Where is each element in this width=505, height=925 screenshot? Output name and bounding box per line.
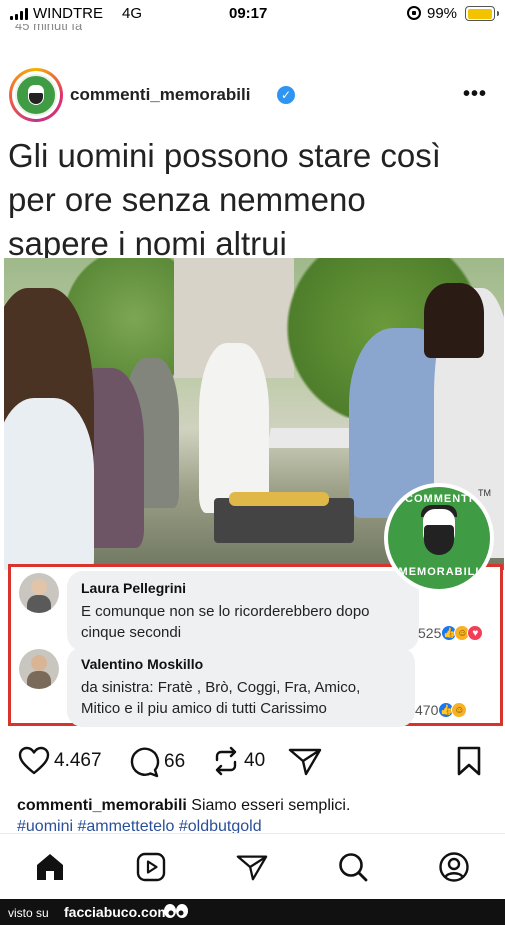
caption-username[interactable]: commenti_memorabili bbox=[17, 797, 187, 814]
headline-line: Gli uomini possono stare così bbox=[8, 137, 441, 174]
comment-text-line: da sinistra: Fratè , Brò, Coggi, Fra, Am… bbox=[81, 679, 361, 696]
haha-reaction-icon: ☺ bbox=[451, 702, 468, 718]
nav-home[interactable] bbox=[33, 850, 67, 884]
post-caption: commenti_memorabili Siamo esseri semplic… bbox=[17, 795, 497, 834]
send-icon[interactable] bbox=[288, 746, 322, 776]
post-time-cut: 45 minuti fa bbox=[15, 24, 83, 32]
nav-reels[interactable] bbox=[134, 850, 168, 884]
comment-text-line: cinque secondi bbox=[81, 624, 182, 641]
post-headline: Gli uomini possono stare così per ore se… bbox=[8, 134, 503, 266]
search-icon[interactable] bbox=[337, 851, 369, 883]
like-action[interactable]: 4.467 bbox=[18, 746, 102, 776]
battery-percent: 99% bbox=[427, 5, 458, 22]
network-label: 4G bbox=[122, 5, 143, 22]
commenter-name: Laura Pellegrini bbox=[81, 580, 187, 596]
watermark-bottom-text: MEMORABILI bbox=[398, 566, 480, 578]
signal-icon bbox=[10, 8, 28, 20]
commenter-name: Valentino Moskillo bbox=[81, 656, 204, 672]
home-icon[interactable] bbox=[34, 851, 66, 883]
reaction-count: 470 bbox=[415, 702, 439, 718]
save-action[interactable] bbox=[456, 746, 482, 776]
comment-bubble: Valentino Moskillo da sinistra: Fratè , … bbox=[67, 647, 415, 727]
commenter-avatar bbox=[19, 649, 59, 689]
headline-line: per ore senza nemmeno bbox=[8, 181, 366, 218]
brand-logo-icon bbox=[15, 74, 57, 116]
comment-text-line: Mitico e il piu amico di tutti Carissimo bbox=[81, 700, 327, 717]
share-action[interactable] bbox=[288, 746, 322, 776]
watermark-top-text: COMMENTI bbox=[405, 493, 473, 505]
comment-text-line: E comunque non se lo ricorderebbero dopo bbox=[81, 603, 370, 620]
account-avatar[interactable] bbox=[9, 68, 63, 122]
repost-action[interactable]: 40 bbox=[212, 746, 265, 776]
repost-icon[interactable] bbox=[212, 746, 240, 776]
watermark-logo: COMMENTI MEMORABILI bbox=[384, 483, 494, 593]
caption-hashtags[interactable]: #uomini #ammettetelo #oldbutgold bbox=[17, 818, 262, 834]
more-options-icon[interactable]: ••• bbox=[463, 83, 487, 106]
comments-count: 66 bbox=[164, 751, 186, 772]
verified-badge-icon: ✓ bbox=[277, 86, 295, 104]
nav-profile[interactable] bbox=[437, 850, 471, 884]
orientation-lock-icon bbox=[407, 6, 421, 20]
post-image[interactable]: Gli uomini possono stare così per ore se… bbox=[0, 128, 505, 734]
profile-icon[interactable] bbox=[438, 851, 470, 883]
reposts-count: 40 bbox=[244, 750, 266, 771]
trademark-label: TM bbox=[478, 488, 491, 498]
account-username[interactable]: commenti_memorabili bbox=[70, 85, 250, 105]
comment-icon[interactable] bbox=[128, 746, 160, 778]
heart-icon[interactable] bbox=[18, 746, 50, 776]
love-reaction-icon: ♥ bbox=[467, 625, 484, 641]
bottom-navigation bbox=[0, 833, 505, 899]
reaction-count: 525 bbox=[418, 625, 442, 641]
likes-count: 4.467 bbox=[54, 750, 102, 771]
footer-site-name[interactable]: facciabuco.com bbox=[64, 904, 170, 920]
caption-text: Siamo esseri semplici. bbox=[186, 797, 351, 814]
nav-search[interactable] bbox=[336, 850, 370, 884]
status-time: 09:17 bbox=[229, 5, 268, 22]
comment-reactions: 470 👍 ☺ bbox=[415, 702, 468, 718]
nav-direct[interactable] bbox=[235, 850, 269, 884]
footer-visto-label: visto su bbox=[8, 906, 49, 920]
carrier-label: WINDTRE bbox=[33, 5, 103, 22]
battery-icon bbox=[465, 6, 499, 21]
comment-action[interactable]: 66 bbox=[128, 746, 185, 778]
bookmark-icon[interactable] bbox=[456, 746, 482, 776]
source-footer: visto su facciabuco.com bbox=[0, 899, 505, 925]
post-actions: 4.467 66 40 bbox=[0, 742, 505, 782]
comment-reactions: 525 👍 ☺ ♥ bbox=[418, 625, 484, 641]
send-icon[interactable] bbox=[236, 852, 268, 882]
eyes-logo-icon bbox=[164, 904, 188, 918]
post-header: commenti_memorabili ✓ ••• bbox=[0, 66, 505, 126]
reels-icon[interactable] bbox=[135, 851, 167, 883]
comment-bubble: Laura Pellegrini E comunque non se lo ri… bbox=[67, 571, 419, 651]
commenter-avatar bbox=[19, 573, 59, 613]
